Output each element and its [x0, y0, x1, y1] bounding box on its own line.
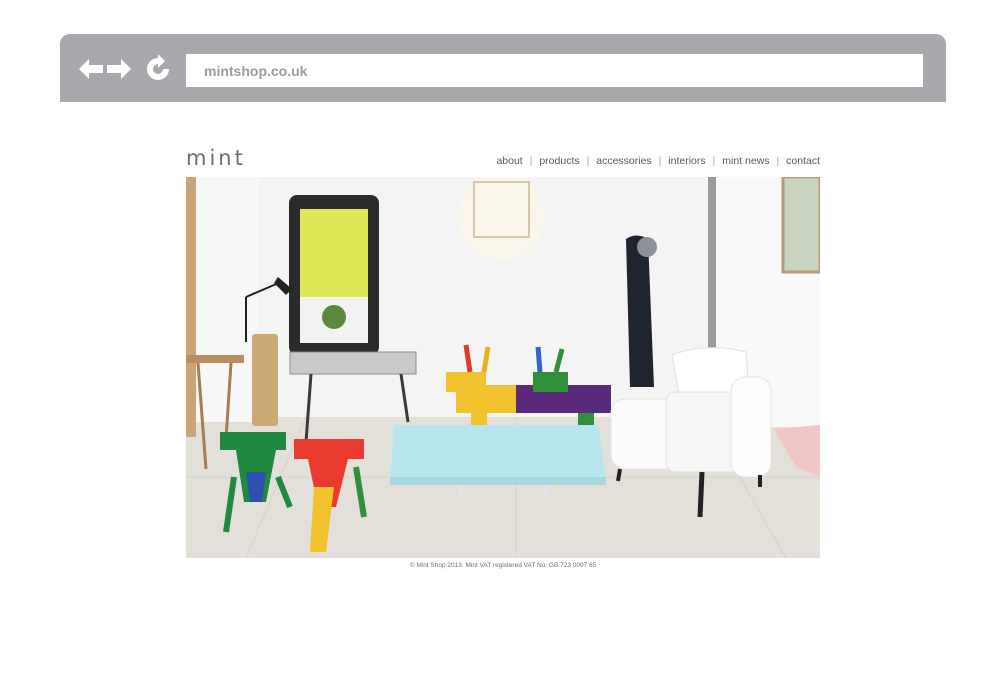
nav-mint-news[interactable]: mint news [715, 155, 776, 167]
url-text: mintshop.co.uk [204, 62, 308, 79]
arrow-right-icon [107, 59, 131, 79]
nav-interiors[interactable]: interiors [661, 155, 712, 167]
arrow-left-icon [79, 59, 103, 79]
reload-icon [147, 54, 169, 80]
nav-about[interactable]: about [489, 155, 529, 167]
hero-image [186, 177, 820, 558]
nav-accessories[interactable]: accessories [589, 155, 658, 167]
nav-contact[interactable]: contact [779, 155, 820, 167]
site-logo[interactable]: mint [186, 146, 246, 170]
main-nav: about | products | accessories | interio… [489, 155, 820, 167]
reload-button[interactable] [143, 54, 173, 84]
forward-button[interactable] [104, 54, 134, 84]
back-button[interactable] [76, 54, 106, 84]
site-footer: © Mint Shop 2013. Mint VAT registered VA… [409, 562, 597, 569]
showroom-photo [186, 177, 820, 558]
browser-toolbar: mintshop.co.uk [60, 34, 946, 102]
nav-products[interactable]: products [532, 155, 586, 167]
address-bar[interactable]: mintshop.co.uk [186, 54, 923, 87]
